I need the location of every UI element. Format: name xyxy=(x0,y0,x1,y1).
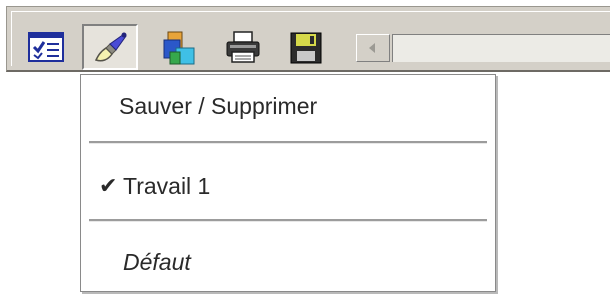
menu-separator xyxy=(89,141,487,144)
save-button[interactable] xyxy=(278,24,334,70)
scroll-left-button[interactable] xyxy=(356,34,390,62)
paint-brush-button[interactable] xyxy=(82,24,138,70)
checklist-form-button[interactable] xyxy=(18,24,74,70)
toolbar xyxy=(6,6,610,72)
scroll-track[interactable] xyxy=(392,34,610,62)
menu-item-label: Défaut xyxy=(123,249,191,275)
menu-item-label: Travail 1 xyxy=(123,173,211,199)
checkmark-icon: ✔ xyxy=(99,173,118,198)
colored-blocks-button[interactable] xyxy=(150,24,206,70)
paint-brush-icon xyxy=(94,32,127,62)
print-button[interactable] xyxy=(214,24,270,70)
menu-item-label: Sauver / Supprimer xyxy=(119,93,318,119)
dropdown-menu: Sauver / Supprimer ✔ Travail 1 Défaut xyxy=(80,74,496,292)
screen: Sauver / Supprimer ✔ Travail 1 Défaut xyxy=(0,0,610,296)
toolbar-inner xyxy=(11,11,610,70)
menu-item-travail-1[interactable]: ✔ Travail 1 xyxy=(81,161,495,211)
menu-item-default[interactable]: Défaut xyxy=(81,237,495,287)
menu-item-save-delete[interactable]: Sauver / Supprimer xyxy=(81,81,495,131)
printer-icon xyxy=(226,31,260,63)
floppy-disk-icon xyxy=(290,32,322,64)
colored-blocks-icon xyxy=(163,31,195,65)
menu-separator xyxy=(89,219,487,222)
checklist-form-icon xyxy=(28,32,64,62)
